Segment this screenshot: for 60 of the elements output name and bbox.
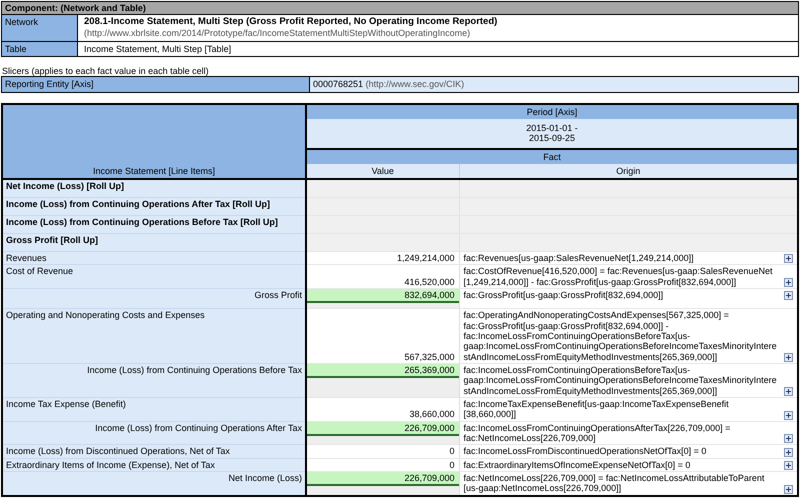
row-label: Gross Profit: [2, 288, 306, 309]
network-name: 208.1-Income Statement, Multi Step (Gross Profit Reported, No Operating Income Reported): [84, 17, 498, 28]
total-value: 832,694,000: [307, 288, 458, 304]
expand-icon[interactable]: [784, 254, 793, 264]
row-label: Gross Profit [Roll Up]: [2, 233, 306, 252]
origin-text: fac:IncomeLossFromContinuingOperationsAfterTax[226,709,000] = fac:NetIncomeLoss[226,709,000]: [464, 422, 732, 444]
entity-url: (http://www.sec.gov/CIK): [366, 79, 464, 90]
value-cell: 416,520,000: [306, 264, 459, 288]
row-label: Income Tax Expense (Benefit): [2, 397, 306, 422]
origin-text: fac:ExtraordinaryItemsOfIncomeExpenseNetOfTax[0] = 0: [464, 460, 692, 470]
fact-header: Fact: [306, 148, 798, 164]
total-value: 226,709,000: [307, 422, 458, 436]
network-label: Network: [2, 14, 78, 42]
value-cell: 0: [306, 444, 459, 458]
row-label: Income (Loss) from Continuing Operations Before Tax [Roll Up]: [2, 215, 306, 234]
row-label: Income (Loss) from Continuing Operations Before Tax: [2, 363, 306, 398]
period-header: 2015-01-01 - 2015-09-25: [306, 118, 798, 149]
origin-text: fac:IncomeLossFromContinuingOperationsBeforeTax[us-gaap:IncomeLossFromContinuingOperationsBeforeIncomeTaxesMinorityInterestAndIncomeLossFromEquityMethodInvestments[265,369,000]]: [464, 364, 778, 396]
row-label: Income (Loss) from Continuing Operations After Tax: [2, 421, 306, 445]
table-name: Income Statement, Multi Step [Table]: [78, 41, 798, 56]
row-label: Operating and Nonoperating Costs and Expenses: [2, 308, 306, 364]
value-cell: 1,249,214,000: [306, 251, 459, 265]
origin-text: fac:GrossProfit[us-gaap:GrossProfit[832,694,000]]: [464, 290, 664, 300]
value-cell: 567,325,000: [306, 308, 459, 364]
origin-text: fac:IncomeLossFromDiscontinuedOperationsNetOfTax[0] = 0: [464, 446, 708, 457]
expand-icon[interactable]: [784, 278, 793, 287]
total-value: 265,369,000: [307, 364, 458, 378]
row-label: Net Income (Loss): [2, 472, 306, 496]
row-label: Income (Loss) from Continuing Operations After Tax [Roll Up]: [2, 197, 306, 216]
line-items-header: Income Statement [Line Items]: [2, 104, 306, 180]
origin-text: fac:CostOfRevenue[416,520,000] = fac:Revenues[us-gaap:SalesRevenueNet [1,249,214,000]] - fac:GrossProfit[us-gaap:GrossProfit[832,694,000]]: [464, 266, 774, 287]
table-label: Table: [2, 41, 78, 56]
expand-icon[interactable]: [784, 434, 793, 444]
expand-icon[interactable]: [784, 461, 793, 470]
entity-id: 0000768251: [313, 79, 364, 90]
network-url: (http://www.xbrlsite.com/2014/Prototype/fac/IncomeStatementMultiStepWithoutOperatingIncome): [84, 28, 472, 39]
expand-icon[interactable]: [784, 448, 793, 457]
value-cell: 0: [306, 458, 459, 472]
value-cell: 38,660,000: [306, 397, 459, 422]
origin-text: fac:IncomeTaxExpenseBenefit[us-gaap:IncomeTaxExpenseBenefit [38,660,000]]: [464, 398, 730, 420]
origin-header: Origin: [459, 164, 798, 180]
row-label: Extraordinary Items of Income (Expense), Net of Tax: [2, 458, 306, 472]
origin-text: fac:Revenues[us-gaap:SalesRevenueNet[1,249,214,000]]: [464, 252, 695, 264]
value-header: Value: [306, 164, 459, 180]
row-label: Revenues: [2, 251, 306, 265]
expand-icon[interactable]: [784, 386, 793, 396]
expand-icon[interactable]: [784, 291, 793, 300]
row-label: Income (Loss) from Discontinued Operations, Net of Tax: [2, 444, 306, 458]
row-label: Net Income (Loss) [Roll Up]: [2, 179, 306, 198]
period-axis-header: Period [Axis]: [306, 104, 798, 119]
origin-text: fac:NetIncomeLoss[226,709,000] = fac:NetIncomeLossAttributableToParent [us-gaap:NetIncomeLoss[226,709,000]]: [464, 473, 766, 494]
slicers-caption: Slicers (applies to each fact value in each table cell): [1, 66, 210, 76]
total-value: 226,709,000: [307, 472, 458, 486]
expand-icon[interactable]: [784, 410, 793, 420]
expand-icon[interactable]: [784, 352, 793, 362]
origin-text: fac:OperatingAndNonoperatingCostsAndExpenses[567,325,000] = fac:GrossProfit[us-gaap:GrossProfit[832,694,000]] - fac:IncomeLossFromContinuingOperationsBeforeTax[us-gaap:IncomeLossFromContinuingOperationsBeforeIncomeTaxesMinorityInterestAndIncomeLossFromEquityMethodInvestments[265,369,000]]: [464, 310, 778, 362]
expand-icon[interactable]: [784, 484, 793, 494]
component-title: Component: (Network and Table): [2, 2, 798, 15]
axis-label: Reporting Entity [Axis]: [2, 76, 310, 92]
row-label: Cost of Revenue: [2, 264, 306, 288]
